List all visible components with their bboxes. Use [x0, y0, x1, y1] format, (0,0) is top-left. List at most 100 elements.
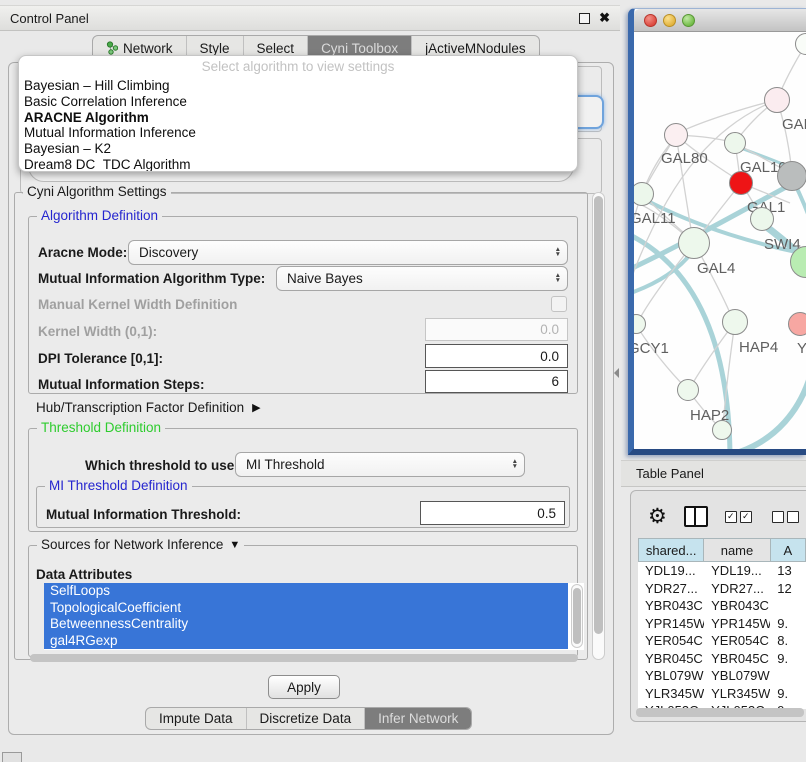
apply-button[interactable]: Apply [268, 675, 340, 699]
table-cell[interactable]: YLR345W [638, 686, 704, 701]
tab-infer-network[interactable]: Infer Network [364, 708, 471, 729]
mi-steps-field[interactable]: 6 [425, 370, 568, 393]
algorithm-list-item[interactable]: Mutual Information Inference [19, 125, 577, 141]
table-cell[interactable]: 9. [770, 616, 806, 631]
data-attribute-item[interactable]: BetweennessCentrality [44, 616, 568, 633]
table-row[interactable]: YBL079WYBL079W [638, 667, 806, 685]
split-columns-icon[interactable] [684, 506, 708, 527]
table-cell[interactable]: YER054C [638, 633, 704, 648]
node-salmon-label: Y [797, 340, 806, 357]
minimize-traffic-light-icon[interactable] [663, 14, 676, 27]
tab-impute-data[interactable]: Impute Data [146, 708, 246, 729]
data-attribute-item[interactable]: SelfLoops [44, 583, 568, 600]
node-gray[interactable] [777, 161, 806, 191]
algorithm-list-item[interactable]: Dream8 DC_TDC Algorithm [19, 157, 577, 172]
table-toolbar: ⚙ ✓✓ [648, 504, 806, 529]
settings-hscrollbar[interactable] [30, 654, 578, 662]
node-hap4[interactable] [722, 309, 748, 335]
table-column-header[interactable]: shared... [638, 538, 704, 562]
table-cell[interactable]: 13 [770, 563, 806, 578]
node-salmon[interactable] [788, 312, 806, 336]
table-cell[interactable]: YBR043C [704, 598, 770, 613]
aracne-mode-select[interactable]: Discovery ▲▼ [128, 240, 568, 265]
data-attribute-item[interactable]: TopologicalCoefficient [44, 600, 568, 617]
settings-gear-icon[interactable]: ⚙ [648, 504, 667, 529]
node-gal7[interactable] [764, 87, 790, 113]
network-window[interactable]: GALGAL80GAL10GAL1GAL11SWI4GAL4GCY1HAP4YH… [628, 8, 806, 455]
table-cell[interactable]: YPR145W [638, 616, 704, 631]
node-gal4[interactable] [678, 227, 710, 259]
table-cell[interactable]: YDL19... [704, 563, 770, 578]
table-row[interactable]: YBR045CYBR045C9. [638, 650, 806, 668]
bottom-tabs: Impute DataDiscretize DataInfer Network [145, 707, 472, 730]
node-gal1[interactable] [729, 171, 753, 195]
algorithm-list-item[interactable]: Bayesian – Hill Climbing [19, 78, 577, 94]
network-canvas[interactable]: GALGAL80GAL10GAL1GAL11SWI4GAL4GCY1HAP4YH… [634, 32, 806, 449]
table-cell[interactable]: YBR043C [638, 598, 704, 613]
table-cell[interactable]: YER054C [704, 633, 770, 648]
collapsed-arrow-icon: ▶ [252, 401, 260, 414]
table-cell[interactable]: YLR345W [704, 686, 770, 701]
hub-definition-expander[interactable]: Hub/Transcription Factor Definition ▶ [36, 400, 261, 415]
table-cell[interactable]: YBR045C [638, 651, 704, 666]
mi-threshold-field[interactable]: 0.5 [420, 501, 565, 525]
table-cell[interactable]: 9. [770, 651, 806, 666]
table-row[interactable]: YER054CYER054C8. [638, 632, 806, 650]
table-column-header[interactable]: name [704, 538, 770, 562]
table-cell[interactable]: 9. [770, 686, 806, 701]
settings-scrollbar-thumb[interactable] [594, 196, 603, 634]
float-window-icon[interactable] [579, 13, 590, 24]
algorithm-list-item[interactable]: Bayesian – K2 [19, 141, 577, 157]
table-cell[interactable]: YBL079W [638, 668, 704, 683]
table-cell[interactable]: YPR145W [704, 616, 770, 631]
close-traffic-light-icon[interactable] [644, 14, 657, 27]
table-cell[interactable]: YBR045C [704, 651, 770, 666]
close-icon[interactable]: ✖ [599, 13, 610, 23]
splitpane-collapse-icon[interactable] [612, 366, 621, 380]
table-cell[interactable]: YDR27... [704, 581, 770, 596]
table-hscrollbar[interactable] [636, 708, 804, 717]
table-cell[interactable]: YDL19... [638, 563, 704, 578]
dpi-tolerance-field[interactable]: 0.0 [425, 344, 568, 368]
table-cell[interactable]: 12 [770, 581, 806, 596]
network-window-titlebar[interactable] [634, 9, 806, 32]
table-row[interactable]: YBR043CYBR043C [638, 597, 806, 615]
data-attributes-list[interactable]: SelfLoopsTopologicalCoefficientBetweenne… [44, 583, 584, 650]
screen: Control Panel ✖ NetworkStyleSelectCyni T… [0, 0, 806, 762]
attributes-scrollbar-thumb[interactable] [573, 588, 581, 644]
which-threshold-select[interactable]: MI Threshold ▲▼ [235, 452, 525, 477]
mi-type-select[interactable]: Naive Bayes ▲▼ [276, 266, 568, 291]
table-cell[interactable]: YDR27... [638, 581, 704, 596]
data-attribute-item[interactable]: gal4RGexp [44, 633, 568, 650]
algorithm-list-item[interactable]: ARACNE Algorithm [19, 110, 577, 126]
mi-type-label: Mutual Information Algorithm Type: [38, 271, 265, 286]
node-gcy1-label: GCY1 [634, 340, 669, 357]
control-panel-title: Control Panel [10, 11, 89, 26]
node-gal10[interactable] [724, 132, 746, 154]
kernel-width-field[interactable]: 0.0 [425, 318, 568, 341]
tab-discretize-data[interactable]: Discretize Data [246, 708, 365, 729]
checked-pair-icon[interactable]: ✓✓ [725, 511, 755, 523]
combo-arrows-icon: ▲▼ [512, 460, 518, 469]
zoom-traffic-light-icon[interactable] [682, 14, 695, 27]
unchecked-pair-icon[interactable] [772, 511, 802, 523]
table-row[interactable]: YPR145WYPR145W9. [638, 615, 806, 633]
node-gal80[interactable] [664, 123, 688, 147]
expanded-arrow-icon: ▼ [229, 539, 240, 551]
node-hap2[interactable] [677, 379, 699, 401]
settings-scrollbar[interactable] [592, 192, 605, 660]
sources-group-header[interactable]: Sources for Network Inference ▼ [37, 537, 244, 552]
table-cell[interactable]: 8. [770, 633, 806, 648]
table-cell[interactable]: YBL079W [704, 668, 770, 683]
minimized-panel-icon[interactable] [2, 752, 22, 762]
node-bottom-cut[interactable] [712, 420, 732, 440]
mi-threshold-label: Mutual Information Threshold: [46, 507, 241, 522]
node-swi4[interactable] [750, 207, 774, 231]
manual-kernel-checkbox[interactable] [551, 296, 567, 312]
table-column-header[interactable]: A [771, 538, 806, 562]
table-row[interactable]: YDL19...YDL19...13 [638, 562, 806, 580]
attributes-scrollbar[interactable] [571, 584, 583, 648]
algorithm-list-item[interactable]: Basic Correlation Inference [19, 94, 577, 110]
table-row[interactable]: YLR345WYLR345W9. [638, 685, 806, 703]
table-row[interactable]: YDR27...YDR27...12 [638, 580, 806, 598]
